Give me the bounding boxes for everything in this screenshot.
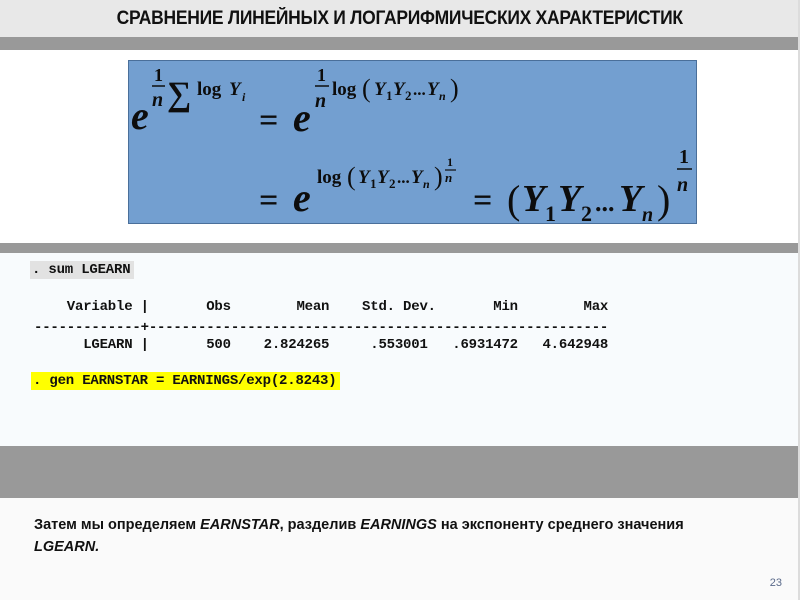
formula-frac-den: n xyxy=(152,89,163,111)
caption-variable-lgearn: LGEARN. xyxy=(34,539,100,555)
formula-sub-1: 1 xyxy=(370,176,377,191)
formula-sub-2: 2 xyxy=(581,201,592,223)
formula-equals: = xyxy=(473,182,492,219)
formula-sigma: ∑ xyxy=(167,76,191,113)
caption-part: Затем мы определяем xyxy=(34,517,201,533)
formula-equals: = xyxy=(259,182,278,219)
formula-line2-mid: = e log ( Y 1 Y 2 ... Y n ) 1 n xyxy=(259,155,456,220)
formula-dots: ... xyxy=(413,80,426,99)
formula-line1-lhs: e 1 n ∑ log Y i xyxy=(131,65,246,138)
formula-e: e xyxy=(293,95,311,140)
summary-table-row: LGEARN | 500 2.824265 .553001 .6931472 4… xyxy=(34,337,609,353)
stata-command-sum: . sum LGEARN xyxy=(30,261,135,279)
formula-sub-1: 1 xyxy=(386,88,393,103)
separator-bar-middle xyxy=(0,243,800,253)
formula-sub-2: 2 xyxy=(405,88,412,103)
formula-svg: e 1 n ∑ log Y i = e 1 n log ( Y 1 Y 2 ..… xyxy=(131,65,692,223)
formula-frac-den: n xyxy=(315,90,326,112)
caption-text: Затем мы определяем EARNSTAR, разделив E… xyxy=(34,514,734,558)
formula-lparen: ( xyxy=(362,74,371,103)
formula-area: e 1 n ∑ log Y i = e 1 n log ( Y 1 Y 2 ..… xyxy=(0,50,800,243)
formula-line1-rhs: = e 1 n log ( Y 1 Y 2 ... Y n ) xyxy=(259,65,459,140)
formula-Y: Y xyxy=(229,79,243,100)
page-number: 23 xyxy=(769,577,782,589)
caption-variable-earnings: EARNINGS xyxy=(360,517,437,533)
formula-frac-num: 1 xyxy=(154,65,163,85)
formula-rparen: ) xyxy=(657,177,670,222)
caption-variable-earnstar: EARNSTAR xyxy=(200,517,280,533)
formula-sub-n: n xyxy=(642,204,653,223)
summary-table-header: Variable | Obs Mean Std. Dev. Min Max xyxy=(34,299,609,315)
caption-part: на экспоненту среднего значения xyxy=(436,517,684,533)
formula-exp-num: 1 xyxy=(447,155,453,169)
formula-log: log xyxy=(317,167,342,188)
caption-panel: Затем мы определяем EARNSTAR, разделив E… xyxy=(0,498,800,600)
stata-command-gen: . gen EARNSTAR = EARNINGS/exp(2.8243) xyxy=(31,372,341,390)
formula-sub-2: 2 xyxy=(389,176,396,191)
formula-box: e 1 n ∑ log Y i = e 1 n log ( Y 1 Y 2 ..… xyxy=(128,60,697,224)
formula-exp-den: n xyxy=(677,174,688,196)
formula-e: e xyxy=(293,175,311,220)
formula-e: e xyxy=(131,93,149,138)
formula-exp-den: n xyxy=(445,170,452,185)
slide-title: СРАВНЕНИЕ ЛИНЕЙНЫХ И ЛОГАРИФМИЧЕСКИХ ХАР… xyxy=(116,7,684,29)
formula-equals: = xyxy=(259,102,278,139)
title-band: СРАВНЕНИЕ ЛИНЕЙНЫХ И ЛОГАРИФМИЧЕСКИХ ХАР… xyxy=(0,0,800,37)
formula-dots: ... xyxy=(595,188,615,217)
formula-rparen: ) xyxy=(434,162,443,191)
formula-sub-1: 1 xyxy=(545,201,556,223)
formula-line2-rhs: = ( Y 1 Y 2 ... Y n ) 1 n xyxy=(473,146,692,223)
formula-lparen: ( xyxy=(507,177,520,222)
formula-frac-num: 1 xyxy=(317,65,326,85)
formula-exp-num: 1 xyxy=(679,146,689,168)
summary-table-separator: -------------+--------------------------… xyxy=(34,320,609,336)
stata-output-panel: . sum LGEARN Variable | Obs Mean Std. De… xyxy=(0,253,800,446)
formula-sub-n: n xyxy=(423,177,430,191)
separator-bar-top xyxy=(0,37,800,50)
formula-rparen: ) xyxy=(450,74,459,103)
formula-sub-i: i xyxy=(242,90,246,104)
formula-sub-n: n xyxy=(439,89,446,103)
formula-log: log xyxy=(332,79,357,100)
separator-bar-bottom xyxy=(0,446,800,498)
formula-dots: ... xyxy=(397,168,410,187)
formula-log: log xyxy=(197,79,222,100)
formula-lparen: ( xyxy=(347,162,356,191)
caption-part: , разделив xyxy=(279,517,361,533)
